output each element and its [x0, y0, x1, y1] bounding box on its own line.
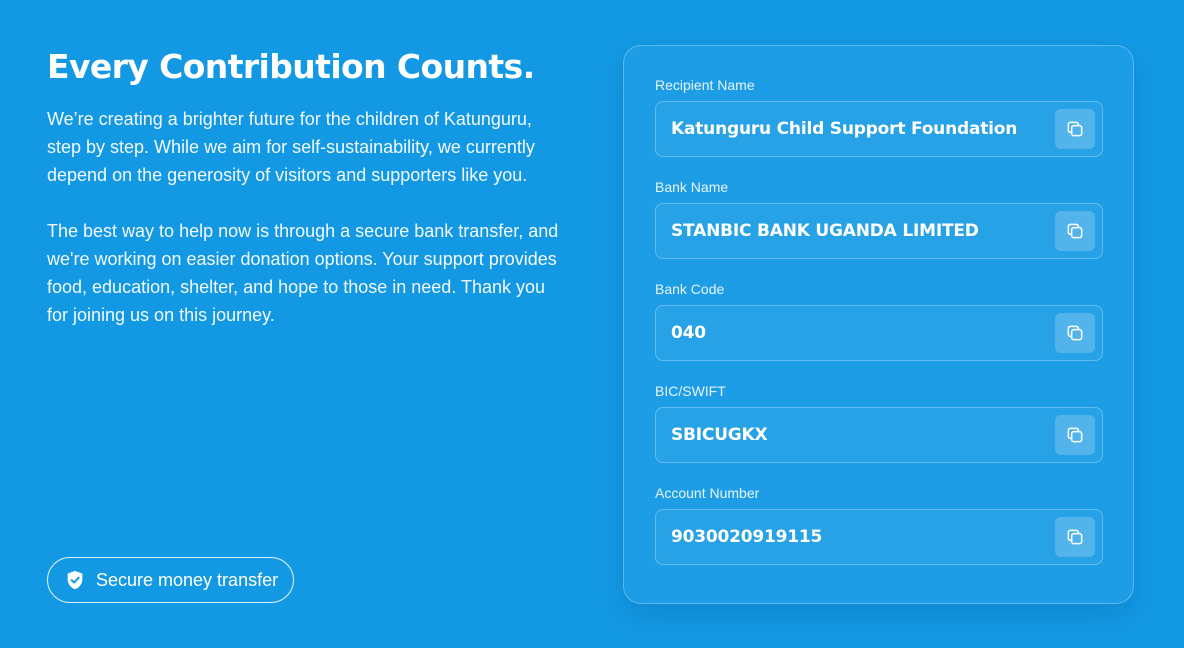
- copy-bic-swift-button[interactable]: [1055, 415, 1095, 455]
- account-number-value[interactable]: 9030020919115: [671, 527, 822, 547]
- recipient-name-label: Recipient Name: [655, 77, 755, 93]
- intro-section: Every Contribution Counts. We’re creatin…: [47, 40, 567, 329]
- copy-icon: [1065, 425, 1085, 445]
- bank-code-box: 040: [655, 305, 1103, 361]
- bic-swift-field: BIC/SWIFT SBICUGKX: [655, 383, 1103, 463]
- bic-swift-box: SBICUGKX: [655, 407, 1103, 463]
- secure-transfer-badge: Secure money transfer: [47, 557, 295, 603]
- copy-icon: [1065, 323, 1085, 343]
- copy-bank-code-button[interactable]: [1055, 313, 1095, 353]
- bank-code-label: Bank Code: [655, 281, 725, 297]
- copy-icon: [1065, 527, 1085, 547]
- support-paragraph: The best way to help now is through a se…: [47, 221, 559, 325]
- account-number-box: 9030020919115: [655, 509, 1103, 565]
- copy-bank-name-button[interactable]: [1055, 211, 1095, 251]
- bank-code-value[interactable]: 040: [671, 323, 706, 343]
- bic-swift-label: BIC/SWIFT: [655, 383, 726, 399]
- copy-recipient-name-button[interactable]: [1055, 109, 1095, 149]
- bank-name-value[interactable]: STANBIC BANK UGANDA LIMITED: [671, 221, 979, 241]
- recipient-name-field: Recipient Name Katunguru Child Support F…: [655, 77, 1103, 157]
- recipient-name-value[interactable]: Katunguru Child Support Foundation: [671, 119, 1017, 139]
- bank-name-box: STANBIC BANK UGANDA LIMITED: [655, 203, 1103, 259]
- account-number-field: Account Number 9030020919115: [655, 485, 1103, 565]
- recipient-name-box: Katunguru Child Support Foundation: [655, 101, 1103, 157]
- shield-check-icon: [64, 569, 86, 591]
- copy-icon: [1065, 221, 1085, 241]
- copy-icon: [1065, 119, 1085, 139]
- intro-paragraph: We’re creating a brighter future for the…: [47, 109, 535, 185]
- bank-details-card: Recipient Name Katunguru Child Support F…: [623, 45, 1134, 604]
- bic-swift-value[interactable]: SBICUGKX: [671, 425, 768, 445]
- bank-code-field: Bank Code 040: [655, 281, 1103, 361]
- bank-name-field: Bank Name STANBIC BANK UGANDA LIMITED: [655, 179, 1103, 259]
- bank-name-label: Bank Name: [655, 179, 729, 195]
- secure-transfer-label: Secure money transfer: [96, 569, 279, 590]
- copy-account-number-button[interactable]: [1055, 517, 1095, 557]
- page-title: Every Contribution Counts.: [47, 47, 535, 86]
- account-number-label: Account Number: [655, 485, 760, 501]
